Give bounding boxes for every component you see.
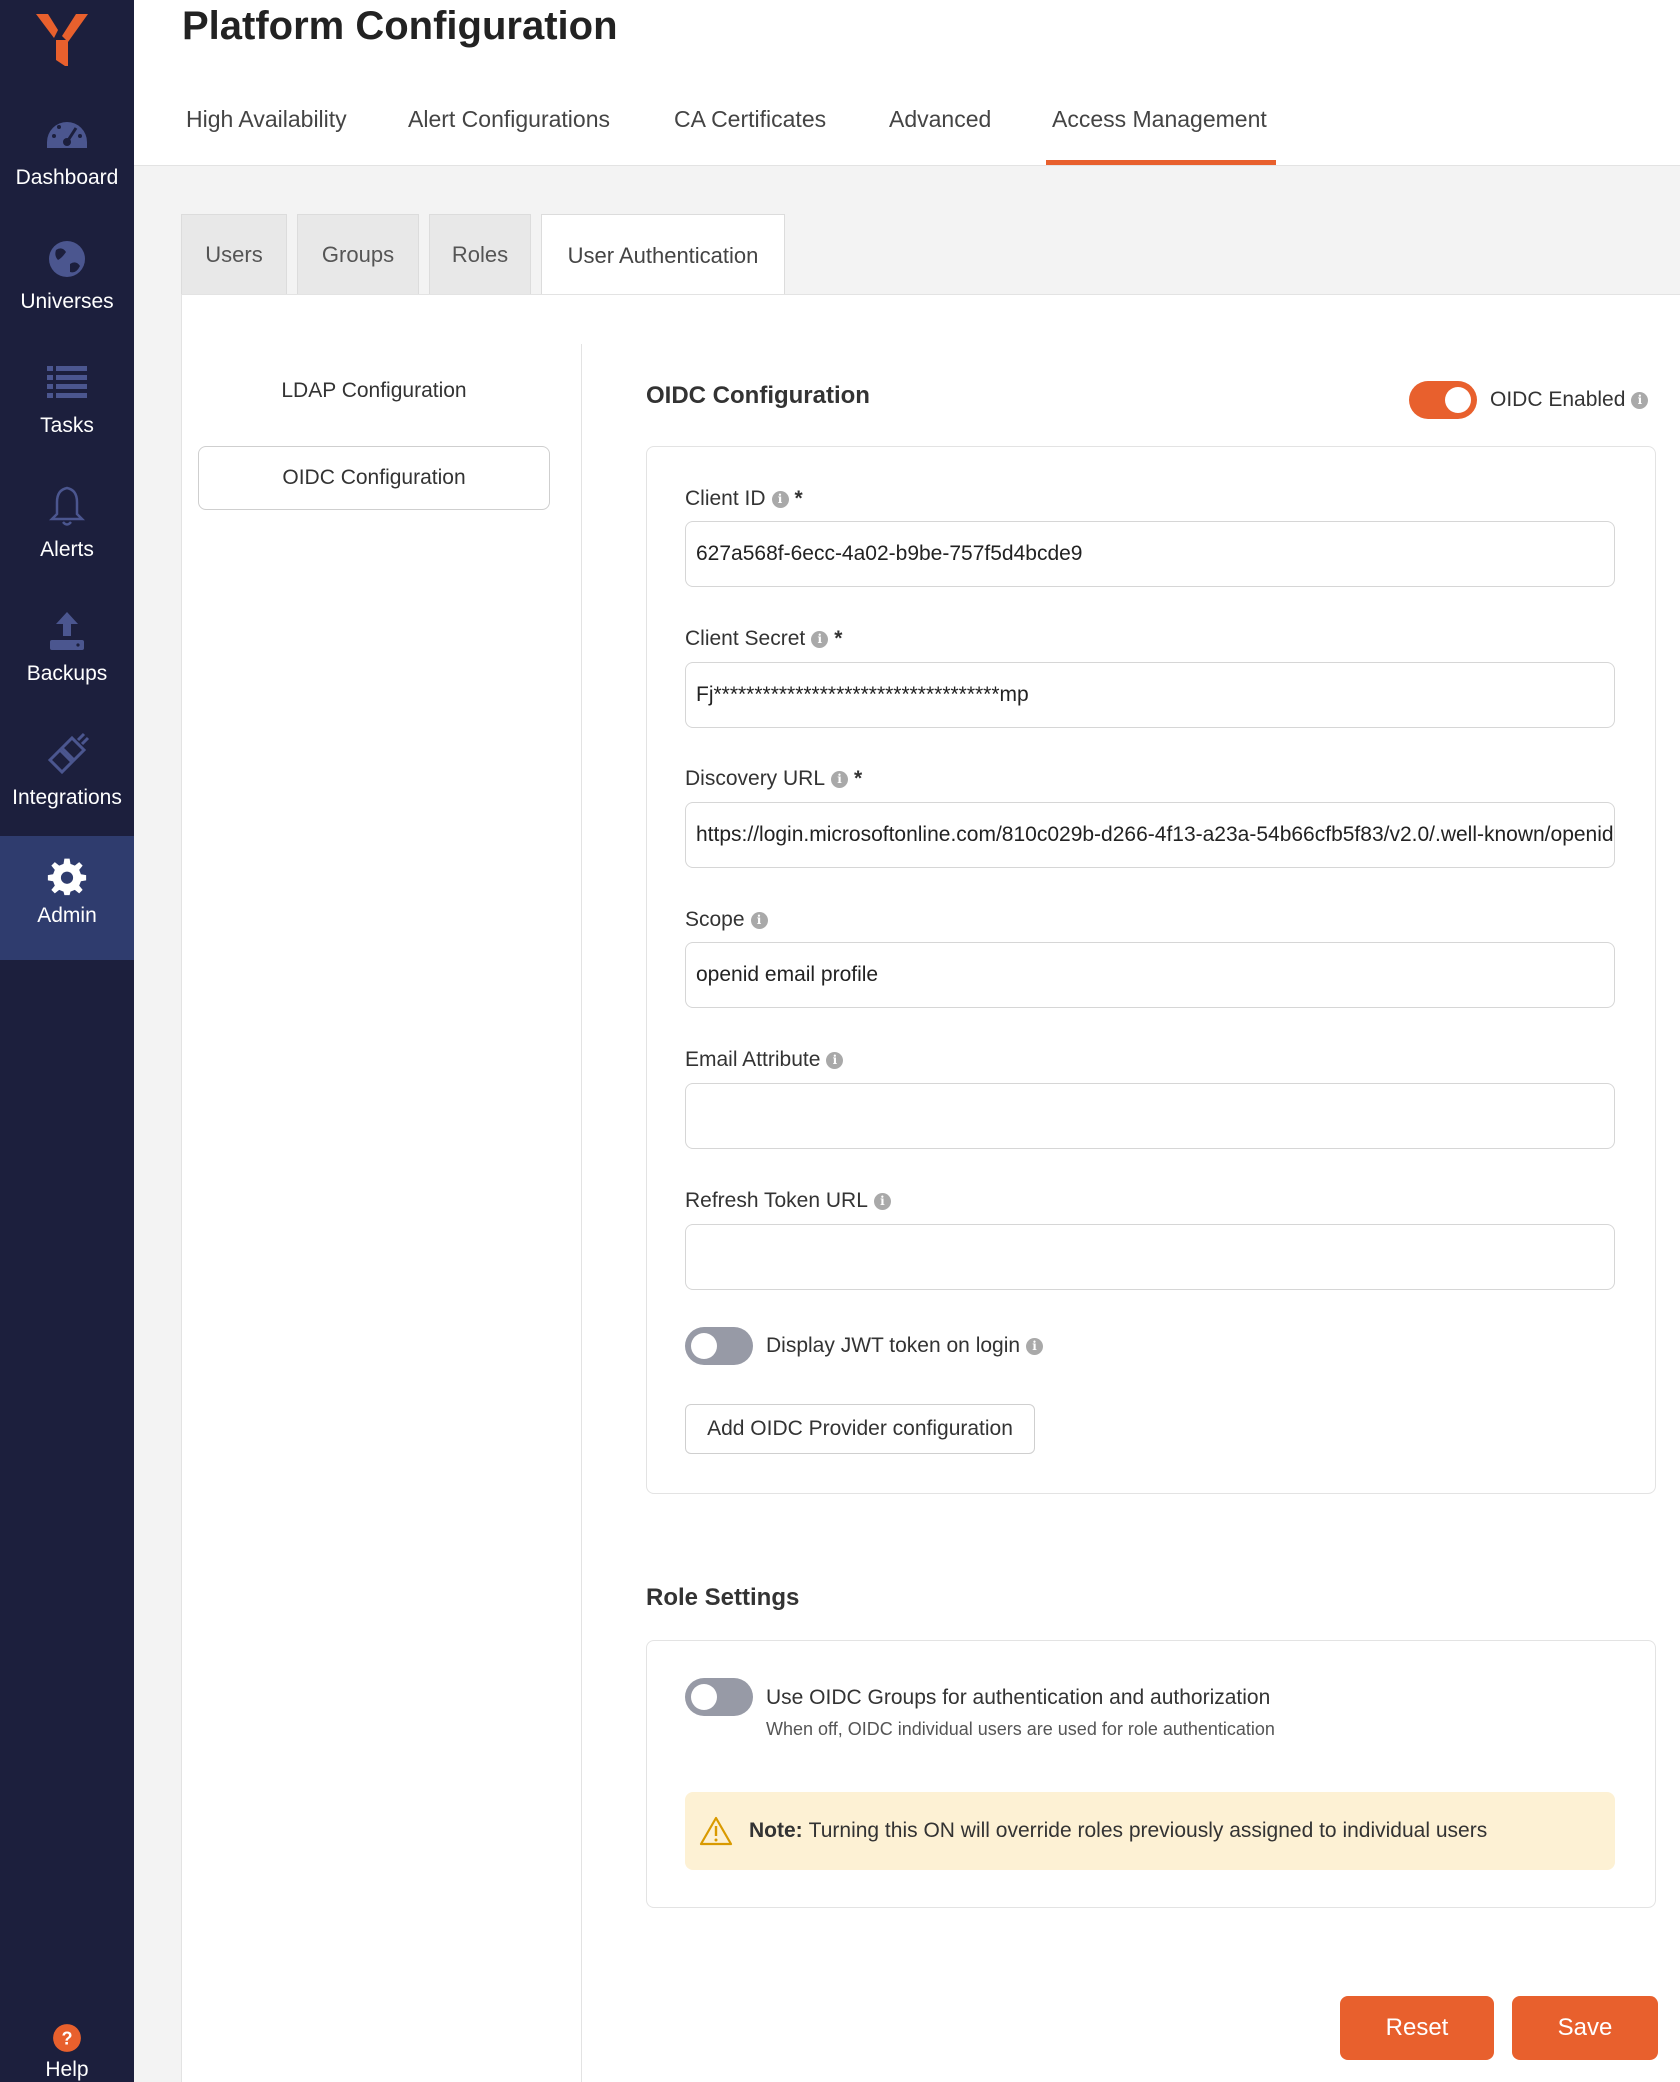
help-icon: ? (53, 2024, 81, 2052)
oidc-enabled-text: OIDC Enabled (1490, 388, 1626, 411)
scope-input[interactable]: openid email profile (685, 942, 1615, 1008)
bell-icon (48, 486, 86, 526)
upload-icon (50, 612, 84, 650)
discovery-url-label-text: Discovery URL (685, 767, 826, 790)
jwt-token-label-text: Display JWT token on login (766, 1334, 1021, 1357)
role-settings-title: Role Settings (646, 1584, 800, 1611)
plug-icon (47, 732, 90, 775)
nav-item-tasks[interactable]: Tasks (0, 360, 134, 484)
jwt-token-label: Display JWT token on login i (766, 1334, 1044, 1358)
info-icon[interactable]: i (1026, 1337, 1044, 1355)
page-header: Platform Configuration High Availability… (134, 0, 1680, 166)
nav-label: Backups (26, 662, 108, 685)
svg-text:?: ? (61, 2028, 72, 2048)
ldap-configuration-link[interactable]: LDAP Configuration (198, 370, 550, 412)
oidc-groups-toggle[interactable] (685, 1678, 753, 1716)
nav-label: Dashboard (15, 166, 119, 189)
tab-access-management[interactable]: Access Management (1052, 106, 1267, 133)
oidc-configuration-link[interactable]: OIDC Configuration (198, 446, 550, 510)
sidebar: Dashboard Universes Tasks Alerts Backups… (0, 0, 134, 2082)
subtab-groups[interactable]: Groups (297, 214, 419, 294)
add-oidc-provider-button[interactable]: Add OIDC Provider configuration (685, 1404, 1035, 1454)
scope-label: Scope i (685, 908, 768, 932)
refresh-token-url-input[interactable] (685, 1224, 1615, 1290)
gear-icon (47, 858, 87, 896)
subtab-roles[interactable]: Roles (429, 214, 531, 294)
nav-label: Help (45, 2058, 89, 2081)
nav-item-backups[interactable]: Backups (0, 608, 134, 732)
info-icon[interactable]: i (811, 630, 829, 648)
refresh-token-url-label: Refresh Token URL i (685, 1189, 891, 1213)
oidc-enabled-label: OIDC Enabled i (1490, 388, 1649, 412)
discovery-url-input[interactable]: https://login.microsoftonline.com/810c02… (685, 802, 1615, 868)
info-icon[interactable]: i (831, 770, 849, 788)
tab-alert-configurations[interactable]: Alert Configurations (408, 106, 610, 133)
override-note: Note: Turning this ON will override role… (685, 1792, 1615, 1870)
divider (581, 344, 582, 2082)
nav-label: Admin (37, 904, 97, 927)
nav-label: Alerts (40, 538, 94, 561)
tab-high-availability[interactable]: High Availability (186, 106, 347, 133)
toggle-knob (691, 1333, 717, 1359)
nav-label: Universes (20, 290, 114, 313)
warning-icon (699, 1816, 733, 1846)
logo-icon[interactable] (32, 10, 92, 66)
email-attribute-label-text: Email Attribute (685, 1048, 821, 1071)
info-icon[interactable]: i (826, 1051, 844, 1069)
nav-item-help[interactable]: ? Help (0, 2022, 134, 2082)
info-icon[interactable]: i (750, 911, 768, 929)
required-marker: * (834, 627, 843, 650)
page-title: Platform Configuration (182, 4, 618, 48)
toggle-knob (1445, 387, 1471, 413)
active-tab-indicator (1046, 160, 1276, 165)
globe-icon (49, 241, 85, 277)
list-icon (47, 366, 87, 398)
toggle-knob (691, 1684, 717, 1710)
scope-label-text: Scope (685, 908, 745, 931)
info-icon[interactable]: i (771, 490, 789, 508)
required-marker: * (794, 487, 803, 510)
nav-item-alerts[interactable]: Alerts (0, 484, 134, 608)
client-secret-label-text: Client Secret (685, 627, 806, 650)
client-secret-label: Client Secret i * (685, 627, 842, 651)
info-icon[interactable]: i (1631, 391, 1649, 409)
email-attribute-input[interactable] (685, 1083, 1615, 1149)
oidc-groups-label: Use OIDC Groups for authentication and a… (766, 1686, 1271, 1709)
note-text: Turning this ON will override roles prev… (808, 1819, 1488, 1842)
subtab-users[interactable]: Users (181, 214, 287, 294)
nav-item-universes[interactable]: Universes (0, 236, 134, 360)
oidc-enabled-toggle[interactable] (1409, 381, 1477, 419)
client-secret-input[interactable]: Fj***********************************mp (685, 662, 1615, 728)
oidc-section-title: OIDC Configuration (646, 382, 870, 409)
note-label: Note: (749, 1819, 803, 1842)
reset-button[interactable]: Reset (1340, 1996, 1494, 2060)
save-button[interactable]: Save (1512, 1996, 1658, 2060)
refresh-token-url-label-text: Refresh Token URL (685, 1189, 868, 1212)
client-id-label: Client ID i * (685, 487, 803, 511)
dashboard-icon (47, 122, 87, 148)
jwt-token-toggle[interactable] (685, 1327, 753, 1365)
email-attribute-label: Email Attribute i (685, 1048, 844, 1072)
client-id-label-text: Client ID (685, 487, 766, 510)
oidc-groups-subtext: When off, OIDC individual users are used… (766, 1719, 1275, 1739)
nav-item-admin[interactable]: Admin (0, 836, 134, 960)
info-icon[interactable]: i (873, 1192, 891, 1210)
discovery-url-label: Discovery URL i * (685, 767, 862, 791)
client-id-input[interactable]: 627a568f-6ecc-4a02-b9be-757f5d4bcde9 (685, 521, 1615, 587)
subtab-user-authentication[interactable]: User Authentication (541, 214, 785, 296)
nav-label: Integrations (12, 786, 122, 809)
nav-item-dashboard[interactable]: Dashboard (0, 112, 134, 236)
required-marker: * (854, 767, 863, 790)
nav-label: Tasks (40, 414, 94, 437)
tab-advanced[interactable]: Advanced (889, 106, 991, 133)
tab-ca-certificates[interactable]: CA Certificates (674, 106, 826, 133)
